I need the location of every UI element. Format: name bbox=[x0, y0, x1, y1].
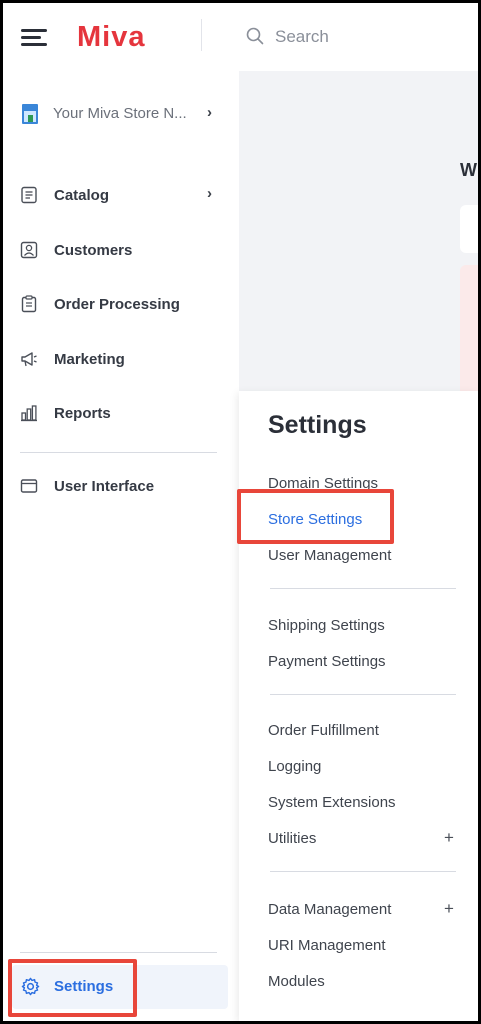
sidebar-divider bbox=[20, 952, 217, 953]
settings-flyout-menu: Settings Domain Settings Store Settings … bbox=[239, 391, 478, 1021]
menu-divider bbox=[270, 694, 456, 695]
sidebar-item-catalog[interactable]: Catalog › bbox=[18, 182, 223, 212]
miva-logo[interactable]: Miva bbox=[77, 19, 163, 53]
menu-item-order-fulfillment[interactable]: Order Fulfillment bbox=[268, 722, 379, 739]
app-window: Miva Your Miva Store N... › bbox=[3, 3, 478, 1021]
store-settings-highlight bbox=[237, 489, 394, 544]
page-heading: W bbox=[460, 160, 477, 180]
catalog-icon bbox=[21, 186, 37, 204]
header-divider bbox=[201, 19, 202, 51]
order-processing-icon bbox=[21, 295, 37, 313]
content-card bbox=[460, 205, 478, 253]
sidebar-item-marketing[interactable]: Marketing bbox=[18, 346, 223, 376]
store-selector[interactable]: Your Miva Store N... › bbox=[18, 101, 223, 129]
sidebar-item-order-processing[interactable]: Order Processing bbox=[18, 291, 223, 321]
user-interface-icon bbox=[20, 479, 38, 493]
menu-item-system-extensions[interactable]: System Extensions bbox=[268, 794, 396, 811]
chevron-right-icon: › bbox=[207, 185, 212, 202]
customers-icon bbox=[20, 241, 38, 259]
menu-item-modules[interactable]: Modules bbox=[268, 973, 325, 990]
sidebar-item-label: User Interface bbox=[54, 478, 155, 495]
marketing-icon bbox=[21, 352, 37, 367]
svg-text:Miva: Miva bbox=[77, 21, 145, 53]
sidebar-item-label: Reports bbox=[54, 405, 111, 422]
hamburger-menu-icon[interactable] bbox=[21, 27, 47, 47]
menu-divider bbox=[270, 871, 456, 872]
sidebar-item-label: Catalog bbox=[54, 187, 110, 204]
sidebar-item-label: Marketing bbox=[54, 351, 125, 368]
menu-item-user-management[interactable]: User Management bbox=[268, 547, 391, 564]
expand-plus-icon[interactable]: + bbox=[444, 899, 454, 919]
menu-item-logging[interactable]: Logging bbox=[268, 758, 321, 775]
menu-item-payment-settings[interactable]: Payment Settings bbox=[268, 653, 386, 670]
expand-plus-icon[interactable]: + bbox=[444, 828, 454, 848]
store-icon bbox=[22, 104, 38, 124]
sidebar: Your Miva Store N... › Catalog › Custome… bbox=[3, 71, 239, 1021]
reports-icon bbox=[21, 405, 37, 422]
settings-highlight bbox=[8, 959, 137, 1017]
search-input[interactable] bbox=[273, 23, 467, 51]
menu-item-data-management[interactable]: Data Management bbox=[268, 901, 391, 918]
chevron-right-icon: › bbox=[207, 104, 212, 121]
sidebar-divider bbox=[20, 452, 217, 453]
top-bar: Miva bbox=[3, 3, 478, 71]
flyout-title: Settings bbox=[268, 411, 367, 439]
menu-item-utilities[interactable]: Utilities bbox=[268, 830, 316, 847]
sidebar-item-user-interface[interactable]: User Interface bbox=[18, 473, 223, 503]
search-icon bbox=[246, 27, 264, 45]
sidebar-item-label: Order Processing bbox=[54, 296, 180, 313]
menu-divider bbox=[270, 588, 456, 589]
menu-item-shipping-settings[interactable]: Shipping Settings bbox=[268, 617, 385, 634]
store-name: Your Miva Store N... bbox=[53, 105, 187, 122]
sidebar-item-customers[interactable]: Customers bbox=[18, 237, 223, 267]
sidebar-item-reports[interactable]: Reports bbox=[18, 400, 223, 430]
sidebar-item-label: Customers bbox=[54, 242, 133, 259]
menu-item-uri-management[interactable]: URI Management bbox=[268, 937, 386, 954]
